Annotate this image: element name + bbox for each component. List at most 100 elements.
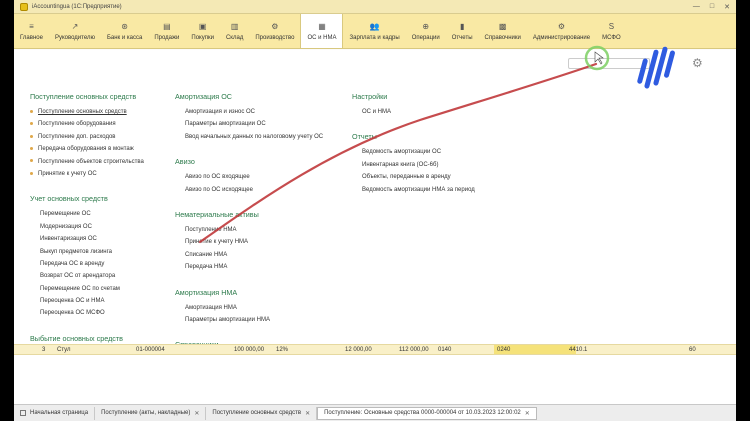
group-title: Настройки [352, 92, 388, 101]
section-label: Справочники [484, 34, 521, 41]
panel-link[interactable]: Перемещение ОС по счетам [30, 283, 170, 295]
section-label: Отчеты [451, 34, 473, 41]
section-operations[interactable]: ⊕ Операции [406, 14, 446, 48]
section-label: Зарплата и кадры [349, 34, 400, 41]
panel-link[interactable]: Параметры амортизации НМА [175, 314, 345, 326]
msfo-icon: S [608, 21, 615, 31]
close-tab-icon[interactable]: ✕ [194, 410, 199, 417]
open-windows-bar: Начальная страница Поступление (акты, нак… [14, 404, 736, 421]
section-warehouse[interactable]: ▥ Склад [220, 14, 249, 48]
maximize-button[interactable]: □ [710, 3, 714, 11]
close-tab-icon[interactable]: ✕ [305, 410, 310, 417]
books-icon: ▩ [498, 21, 507, 31]
close-tab-icon[interactable]: ✕ [525, 410, 530, 417]
row-code: 01-000004 [136, 347, 165, 353]
panel-link[interactable]: Ввод начальных данных по налоговому учет… [175, 131, 345, 143]
hamburger-icon: ≡ [29, 21, 34, 31]
panel-link[interactable]: Списание НМА [175, 249, 345, 261]
panel-link[interactable]: Амортизация и износ ОС [175, 106, 345, 118]
group-title: Поступление основных средств [30, 92, 137, 101]
row-vat-rate: 12% [276, 347, 289, 353]
section-reports[interactable]: ▮ Отчеты [446, 14, 479, 48]
panel-link[interactable]: Принятие к учету НМА [175, 236, 345, 248]
people-icon: 👥 [369, 21, 380, 31]
panel-link[interactable]: Переоценка ОС МСФО [30, 307, 170, 319]
taskbar-tab-label: Поступление основных средств [212, 410, 302, 416]
section-people[interactable]: 👥 Зарплата и кадры [343, 14, 405, 48]
panel-link[interactable]: Возврат ОС от арендатора [30, 270, 170, 282]
row-account-2: 0240 [497, 347, 511, 353]
row-name: Стул [57, 347, 71, 353]
taskbar-home-tab[interactable]: Начальная страница [14, 406, 96, 420]
table-row[interactable]: 3 Стул 01-000004 100 000,00 12% 12 000,0… [14, 344, 736, 355]
section-cart[interactable]: ▣ Покупки [185, 14, 220, 48]
panel-link[interactable]: Передача НМА [175, 261, 345, 273]
panel-link[interactable]: Поступление доп. расходов [30, 131, 170, 143]
panel-link[interactable]: Авизо по ОС входящее [175, 171, 345, 183]
section-label: ОС и НМА [307, 34, 337, 41]
panel-link[interactable]: Перемещение ОС [30, 208, 170, 220]
panel-link[interactable]: Ведомость амортизации НМА за период [352, 184, 512, 196]
section-books[interactable]: ▩ Справочники [479, 14, 527, 48]
panel-link[interactable]: Поступление НМА [175, 224, 345, 236]
section-msfo[interactable]: S МСФО [596, 14, 627, 48]
row-sum: 100 000,00 [234, 347, 265, 353]
section-sales[interactable]: ▤ Продажи [148, 14, 185, 48]
panel-link[interactable]: Поступление объектов строительства [30, 156, 170, 168]
panel-link[interactable]: Выкуп предметов лизинга [30, 246, 170, 258]
panel-link[interactable]: Поступление оборудования [30, 118, 170, 130]
sections-bar: ≡ Главное ↗ Руководителю ⊛ Банк и касса ▤ Прода… [14, 14, 736, 49]
panel-link[interactable]: Поступление основных средств [30, 106, 170, 118]
row-total: 112 000,00 [399, 347, 429, 353]
panel-link[interactable]: Параметры амортизации ОС [175, 118, 345, 130]
taskbar-tab[interactable]: Поступление основных средств ✕ [206, 406, 318, 420]
taskbar-tab-label: Начальная страница [30, 410, 89, 416]
panel-link[interactable]: Передача оборудования в монтаж [30, 143, 170, 155]
sales-icon: ▤ [163, 21, 171, 31]
panel-link[interactable]: ОС и НМА [352, 106, 512, 118]
section-label: Операции [411, 34, 440, 41]
section-label: Продажи [154, 34, 180, 41]
section-admin-gear[interactable]: ⚙ Администрирование [527, 14, 596, 48]
panel-settings-gear-icon[interactable]: ⚙ [692, 56, 703, 70]
row-number: 3 [42, 347, 46, 353]
section-bank[interactable]: ⊛ Банк и касса [101, 14, 148, 48]
section-panel: ⚙ Поступление основных средств Поступлени… [14, 50, 736, 349]
minimize-button[interactable]: — [693, 3, 700, 11]
group-title: Учет основных средств [30, 194, 108, 204]
close-window-button[interactable]: ✕ [724, 3, 730, 11]
group-title: Выбытие основных средств [30, 333, 123, 343]
panel-link[interactable]: Ведомость амортизации ОС [352, 146, 512, 158]
group-title: Нематериальные активы [175, 209, 259, 219]
search-input[interactable] [568, 58, 650, 69]
panel-link[interactable]: Переоценка ОС и НМА [30, 295, 170, 307]
panel-link[interactable]: Авизо по ОС исходящее [175, 184, 345, 196]
section-label: Покупки [191, 34, 214, 41]
taskbar-tab[interactable]: Поступление (акты, накладные) ✕ [95, 406, 207, 420]
group-title: Отчеты [352, 132, 377, 142]
panel-link[interactable]: Модернизация ОС [30, 221, 170, 233]
window-controls: — □ ✕ [693, 3, 730, 11]
taskbar-tab[interactable]: Поступление: Основные средства 0000-0000… [317, 406, 537, 420]
section-factory[interactable]: ⚙ Производство [249, 14, 300, 48]
app-logo-icon [20, 2, 28, 11]
column-3: Настройки ОС и НМА Отчеты Ведомость амортиз… [352, 92, 512, 196]
assets-icon: ▦ [318, 21, 326, 31]
panel-link[interactable]: Инвентаризация ОС [30, 233, 170, 245]
app-window: iAccountingua (1С:Предприятие) — □ ✕ ≡ Гл… [14, 0, 736, 421]
row-vat-sum: 12 000,00 [345, 347, 372, 353]
panel-link[interactable]: Принятие к учету ОС [30, 168, 170, 180]
panel-link[interactable]: Объекты, переданные в аренду [352, 171, 512, 183]
panel-link[interactable]: Передача ОС в аренду [30, 258, 170, 270]
row-account-1: 0140 [438, 347, 452, 353]
title-bar: iAccountingua (1С:Предприятие) — □ ✕ [14, 0, 736, 14]
section-hamburger[interactable]: ≡ Главное [14, 14, 49, 48]
bank-icon: ⊛ [121, 21, 128, 31]
row-account-3: 4410.1 [569, 347, 588, 353]
panel-link[interactable]: Амортизация НМА [175, 302, 345, 314]
section-label: Производство [255, 34, 295, 41]
taskbar-tab-label: Поступление (акты, накладные) [101, 410, 191, 416]
panel-link[interactable]: Инвентарная книга (ОС-6б) [352, 159, 512, 171]
section-trend[interactable]: ↗ Руководителю [49, 14, 101, 48]
section-assets[interactable]: ▦ ОС и НМА [300, 14, 344, 48]
